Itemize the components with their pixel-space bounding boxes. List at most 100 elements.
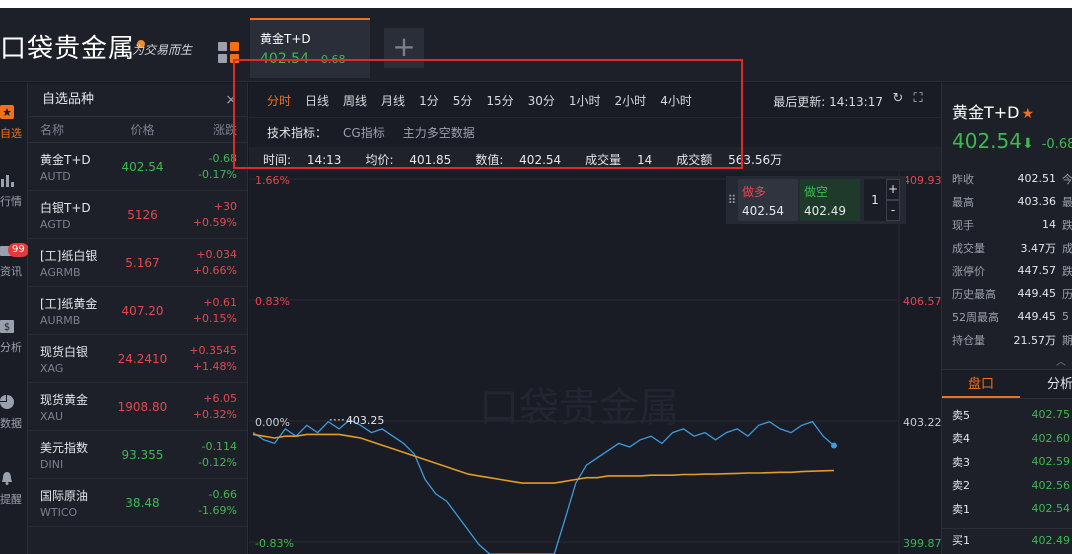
buy-long-button[interactable]: 做多 402.54 [738,179,798,221]
instrument-price: 1908.80 [117,399,168,414]
right-tick-label: 399.87 [903,537,941,550]
quote-price: 402.54⬇ -0.68 [952,129,1072,153]
period-tab[interactable]: 2小时 [615,92,647,109]
period-tab[interactable]: 1分 [419,92,439,109]
book-level: 买1 [952,534,970,548]
rail-item-news[interactable]: 99 资讯 [0,243,28,279]
slogan: 为交易而生 [132,43,193,57]
period-tab[interactable]: 日线 [305,92,329,109]
period-tab[interactable]: 4小时 [660,92,692,109]
tab-analysis[interactable]: 分析 [1020,370,1072,398]
stat-value: 402.51 [1017,172,1057,185]
period-tab[interactable]: 月线 [381,92,405,109]
book-row[interactable]: 卖2 402.56 [942,474,1072,498]
star-icon [0,105,14,119]
instrument-name: 白银T+D [40,200,91,215]
close-icon[interactable]: × [225,83,237,117]
instrument-name: [工]纸黄金 [40,296,98,311]
instrument-code: AGTD [40,217,71,231]
table-row[interactable]: 现货白银 XAG 24.2410 +0.3545 +1.48% [28,335,247,383]
quantity-plus-button[interactable]: + [886,179,900,200]
book-level: 卖1 [952,502,970,516]
indicator-main-force[interactable]: 主力多空数据 [403,124,475,141]
add-tab-button[interactable]: + [384,28,424,68]
drag-handle-icon[interactable]: ⠿ [726,193,738,207]
star-icon[interactable]: ★ [1022,106,1035,122]
period-tab[interactable]: 周线 [343,92,367,109]
instrument-change-pct: -0.12% [198,455,237,469]
table-row[interactable]: 现货黄金 XAU 1908.80 +6.05 +0.32% [28,383,247,431]
table-row[interactable]: 国际原油 WTICO 38.48 -0.66 -1.69% [28,479,247,527]
rail-item-analysis[interactable]: $ 分析 [0,319,28,355]
stat-key: 成交量 [952,241,985,255]
instrument-change-pct: -0.17% [198,167,237,181]
sell-short-button[interactable]: 做空 402.49 [800,179,860,221]
left-tick-label: 0.00% [255,416,290,429]
watchlist-rows: 黄金T+D AUTD 402.54 -0.68 -0.17% 白银T+D AGTD 5126 +… [28,143,247,527]
rail-item-alerts[interactable]: 提醒 [0,471,28,507]
indicator-cg[interactable]: CG指标 [343,124,385,141]
instrument-change-pct: +1.48% [192,359,237,373]
instrument-name: 国际原油 [40,488,89,503]
stat-value: 21.57万 [1013,333,1057,347]
book-row[interactable]: 卖5 402.75 [942,403,1072,427]
instrument-price: 5.167 [125,255,160,270]
period-tab[interactable]: 5分 [453,92,473,109]
stat-key: 最高 [952,195,974,209]
dollar-icon: $ [0,320,14,333]
col-change[interactable]: 涨跌 [177,117,247,142]
rail-item-quotes[interactable]: 行情 [0,173,28,209]
expand-icon[interactable]: ⛶ [911,92,925,106]
info-volume: 14 [637,152,653,167]
stat-key: 52周最高 [952,310,999,324]
book-price: 402.60 [1031,431,1071,445]
refresh-icon[interactable]: ↻ [891,92,905,106]
table-row[interactable]: 美元指数 DINI 93.355 -0.114 -0.12% [28,431,247,479]
table-row[interactable]: 黄金T+D AUTD 402.54 -0.68 -0.17% [28,143,247,191]
period-tab[interactable]: 15分 [486,92,513,109]
book-level: 卖3 [952,455,970,469]
book-row[interactable]: 卖4 402.60 [942,427,1072,451]
stat-overflow: 成 [1062,241,1072,255]
rail-item-data[interactable]: 数据 [0,395,28,431]
intraday-chart[interactable]: 1.66% 409.93 0.83% 406.57 0.00% 403.22 -0.83% 3… [249,171,941,554]
instrument-price: 38.48 [125,495,160,510]
chart-info-bar: 时间: 14:13 均价: 401.85 数值: 402.54 成交量 14 成… [249,147,941,171]
bell-icon [2,472,12,485]
rail-item-favorites[interactable]: 自选 [0,105,28,141]
arrow-down-icon: ⬇ [1021,136,1034,152]
quantity-minus-button[interactable]: - [886,200,900,221]
stat-row: 历史最高 449.45 历 [942,282,1072,305]
stat-value: 447.57 [1017,264,1057,277]
last-price-dot [831,442,837,449]
period-tab[interactable]: 1小时 [569,92,601,109]
stat-value: 3.47万 [1020,241,1057,255]
table-row[interactable]: [工]纸黄金 AURMB 407.20 +0.61 +0.15% [28,287,247,335]
stat-key: 涨停价 [952,264,985,278]
instrument-code: XAG [40,361,64,375]
tab-gold-td[interactable]: 黄金T+D 402.54 -0.68 [250,18,370,78]
book-row[interactable]: 卖3 402.59 [942,450,1072,474]
col-name[interactable]: 名称 [28,117,108,142]
quantity-input[interactable]: 1 [864,179,886,221]
bar-chart-icon [1,175,14,187]
nav-rail: 自选 行情 99 资讯 $ 分析 数据 提醒 [0,83,28,554]
book-row[interactable]: 卖1 402.54 [942,497,1072,521]
grid-menu-icon[interactable] [218,42,240,64]
col-price[interactable]: 价格 [108,117,178,142]
instrument-change: +30 [213,199,237,213]
watermark-text: 口袋贵金属 [479,385,679,431]
chevron-up-icon[interactable]: ︿ [1056,353,1066,368]
table-row[interactable]: 白银T+D AGTD 5126 +30 +0.59% [28,191,247,239]
book-row[interactable]: 买1 402.49 [942,529,1072,553]
tab-order-book[interactable]: 盘口 [942,370,1020,398]
stat-overflow: 5 [1062,310,1069,323]
instrument-code: AUTD [40,169,71,183]
period-tab[interactable]: 30分 [528,92,555,109]
period-tab[interactable]: 分时 [267,92,291,109]
table-row[interactable]: [工]纸白银 AGRMB 5.167 +0.034 +0.66% [28,239,247,287]
instrument-change: +0.3545 [189,343,237,357]
tab-change: -0.68 [317,53,346,66]
indicator-bar: 技术指标： CG指标 主力多空数据 [249,117,941,147]
book-price: 402.56 [1031,478,1071,492]
